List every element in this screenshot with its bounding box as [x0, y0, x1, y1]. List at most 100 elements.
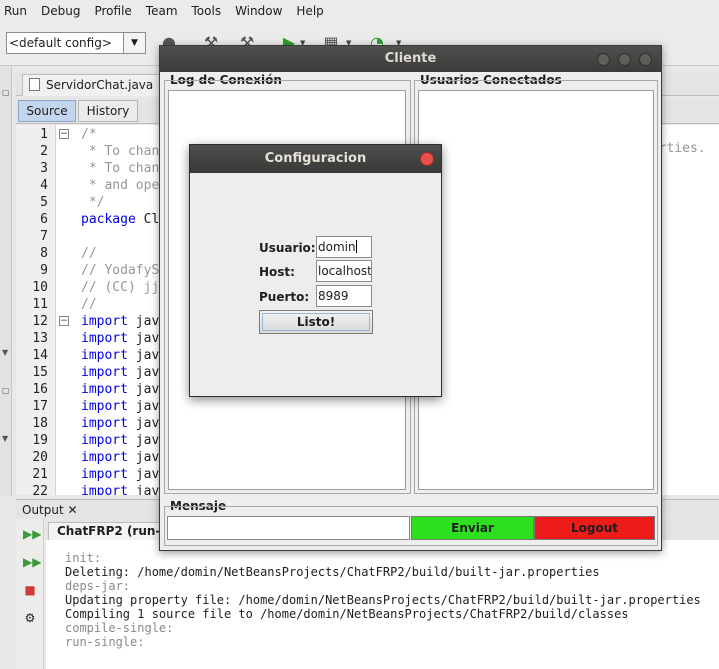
line-number: 1: [40, 127, 48, 142]
output-line: Deleting: /home/domin/NetBeansProjects/C…: [65, 565, 600, 579]
fold-toggle-icon[interactable]: −: [59, 129, 69, 139]
line-number: 2: [40, 144, 48, 159]
host-label: Host:: [259, 265, 295, 279]
line-number: 16: [32, 382, 48, 397]
line-number: 22: [32, 484, 48, 495]
config-select-value: <default config>: [9, 36, 112, 50]
line-number: 5: [40, 195, 48, 210]
menu-run[interactable]: Run: [0, 0, 34, 22]
text-caret: [355, 240, 357, 253]
line-number: 8: [40, 246, 48, 261]
menu-bar: Run Debug Profile Team Tools Window Help: [0, 0, 719, 22]
line-number: 21: [32, 467, 48, 482]
line-number: 4: [40, 178, 48, 193]
menu-profile[interactable]: Profile: [87, 0, 138, 22]
code-text: * To chan: [81, 144, 160, 159]
tab-output[interactable]: Output ✕: [20, 501, 80, 519]
output-line: init:: [65, 551, 102, 565]
usuario-input[interactable]: domin: [316, 236, 372, 258]
line-number: 7: [40, 229, 48, 244]
close-button[interactable]: [420, 152, 434, 166]
code-text: import jav: [81, 416, 160, 431]
users-list[interactable]: [418, 90, 654, 490]
file-tab[interactable]: ServidorChat.java: [22, 74, 172, 96]
code-text: import jav: [81, 314, 160, 329]
menu-window[interactable]: Window: [228, 0, 289, 22]
line-number: 17: [32, 399, 48, 414]
cliente-title-bar[interactable]: Cliente: [160, 46, 661, 72]
stop-icon[interactable]: ■: [23, 583, 37, 597]
tab-source[interactable]: Source: [18, 100, 76, 122]
code-text: import jav: [81, 348, 160, 363]
minimize-button[interactable]: [597, 53, 610, 66]
line-number: 10: [32, 280, 48, 295]
config-select[interactable]: <default config> ▼: [6, 32, 146, 54]
cliente-title: Cliente: [384, 51, 437, 66]
line-number: 20: [32, 450, 48, 465]
settings-icon[interactable]: ⚙: [23, 611, 37, 625]
configuracion-title-bar[interactable]: Configuracion: [190, 145, 441, 173]
tab-history[interactable]: History: [78, 100, 138, 122]
line-number: 6: [40, 212, 48, 227]
menu-team[interactable]: Team: [139, 0, 185, 22]
menu-help[interactable]: Help: [289, 0, 330, 22]
menu-debug[interactable]: Debug: [34, 0, 87, 22]
output-console[interactable]: init: Deleting: /home/domin/NetBeansProje…: [46, 540, 719, 669]
output-line: deps-jar:: [65, 579, 131, 593]
line-number: 19: [32, 433, 48, 448]
usuario-label: Usuario:: [259, 241, 316, 255]
configuracion-dialog: Configuracion Usuario: domin Host: local…: [189, 144, 442, 397]
scroll-down-icon[interactable]: ▼: [2, 434, 8, 443]
code-text: import jav: [81, 467, 160, 482]
listo-button[interactable]: Listo!: [259, 310, 373, 334]
close-icon[interactable]: ✕: [68, 503, 78, 517]
code-text: import jav: [81, 382, 160, 397]
code-text: // (CC) jj: [81, 280, 160, 295]
code-text: //: [81, 297, 97, 312]
code-text: import jav: [81, 365, 160, 380]
minimize-icon[interactable]: ▢: [2, 386, 10, 395]
menu-tools[interactable]: Tools: [185, 0, 229, 22]
rerun-icon[interactable]: ▶▶: [23, 527, 41, 541]
line-number: 14: [32, 348, 48, 363]
line-number: 3: [40, 161, 48, 176]
code-text: import jav: [81, 450, 160, 465]
fold-column: [56, 125, 80, 495]
puerto-label: Puerto:: [259, 290, 310, 304]
line-number: 13: [32, 331, 48, 346]
host-input[interactable]: localhost: [316, 260, 372, 282]
output-line: Updating property file: /home/domin/NetB…: [65, 593, 701, 607]
left-side-strip: ▢ ▼ ▢ ▼: [0, 66, 12, 496]
chevron-down-icon[interactable]: ▼: [123, 33, 145, 53]
code-text: //: [81, 246, 97, 261]
line-number: 18: [32, 416, 48, 431]
file-tab-label: ServidorChat.java: [46, 78, 154, 92]
close-button[interactable]: [639, 53, 652, 66]
enviar-button[interactable]: Enviar: [411, 516, 534, 540]
scroll-down-icon[interactable]: ▼: [2, 348, 8, 357]
code-text: * and ope: [81, 178, 160, 193]
fold-toggle-icon[interactable]: −: [59, 316, 69, 326]
output-line: run-single:: [65, 635, 145, 649]
usuario-value: domin: [318, 240, 356, 254]
line-number: 9: [40, 263, 48, 278]
code-text: import jav: [81, 399, 160, 414]
rerun-with-params-icon[interactable]: ▶▶: [23, 555, 41, 569]
code-text: */: [81, 195, 105, 210]
maximize-button[interactable]: [618, 53, 631, 66]
java-file-icon: [29, 78, 40, 91]
line-number: 12: [32, 314, 48, 329]
puerto-input[interactable]: 8989: [316, 285, 372, 307]
code-text: import jav: [81, 433, 160, 448]
code-text: // YodafyS: [81, 263, 160, 278]
code-text: package Cl: [81, 212, 160, 227]
focus-ring: [262, 313, 370, 331]
output-line: compile-single:: [65, 621, 174, 635]
output-tab-label: Output: [22, 503, 64, 517]
logout-button[interactable]: Logout: [534, 516, 655, 540]
code-text: import jav: [81, 331, 160, 346]
line-number: 15: [32, 365, 48, 380]
configuracion-title: Configuracion: [264, 151, 367, 166]
message-input[interactable]: [167, 516, 410, 540]
minimize-icon[interactable]: ▢: [2, 88, 10, 97]
